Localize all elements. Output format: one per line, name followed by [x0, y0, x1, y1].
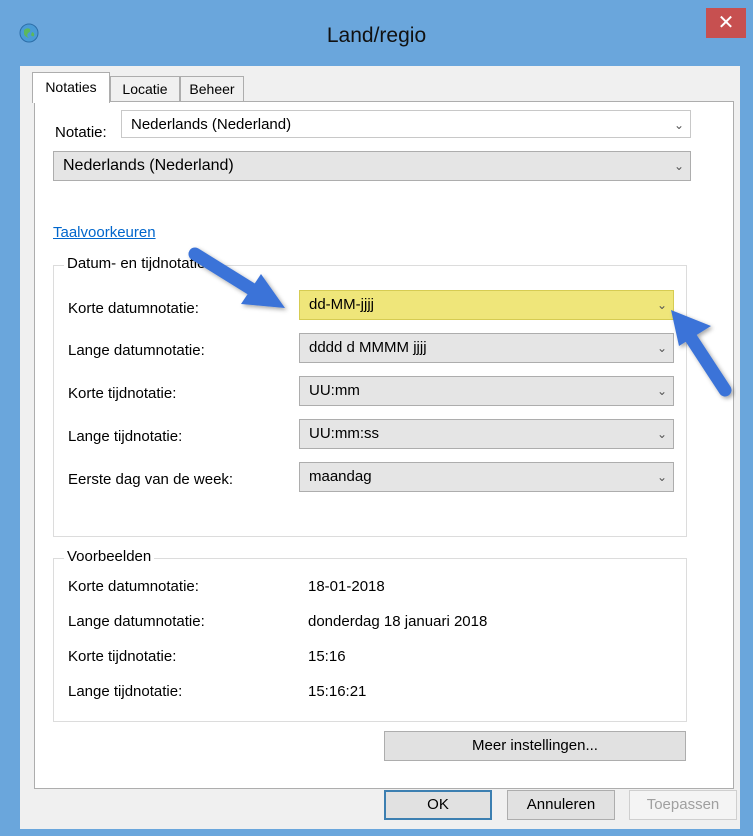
- short-date-value: dd-MM-jjjj: [309, 296, 374, 313]
- tab-page-notaties: Notatie: Nederlands (Nederland) ⌄ Nederl…: [34, 101, 734, 789]
- example-long-date-value: donderdag 18 januari 2018: [308, 613, 488, 630]
- chevron-down-icon: ⌄: [656, 470, 667, 484]
- short-date-select[interactable]: dd-MM-jjjj ⌄: [299, 290, 674, 320]
- format-select[interactable]: Nederlands (Nederland) ⌄: [53, 151, 691, 181]
- group-title: Voorbeelden: [64, 548, 155, 565]
- annotation-arrow-icon: [671, 310, 732, 397]
- chevron-down-icon: ⌄: [656, 427, 667, 441]
- chevron-down-icon: ⌄: [673, 118, 684, 132]
- example-long-time-label: Lange tijdnotatie:: [68, 683, 183, 700]
- example-short-date-value: 18-01-2018: [308, 578, 385, 595]
- first-day-value: maandag: [309, 468, 372, 485]
- long-time-label: Lange tijdnotatie:: [68, 428, 183, 445]
- first-day-label: Eerste dag van de week:: [68, 471, 234, 488]
- datetime-formats-group: Datum- en tijdnotaties Korte datumnotati…: [53, 255, 687, 537]
- short-time-value: UU:mm: [309, 382, 360, 399]
- cancel-button[interactable]: Annuleren: [507, 790, 615, 820]
- short-time-select[interactable]: UU:mm ⌄: [299, 376, 674, 406]
- example-short-time-label: Korte tijdnotatie:: [68, 648, 177, 665]
- chevron-down-icon: ⌄: [673, 159, 684, 173]
- format-label: Notatie:: [55, 124, 107, 141]
- annotation-arrow-icon: [188, 247, 285, 308]
- format-select-value: Nederlands (Nederland): [63, 157, 234, 174]
- window-title: Land/regio: [326, 24, 427, 47]
- examples-group: Voorbeelden Korte datumnotatie: 18-01-20…: [53, 548, 687, 722]
- dialog-window: Land/regio ✕ Notaties Locatie Beheer Not…: [0, 0, 753, 836]
- example-long-date-label: Lange datumnotatie:: [68, 613, 205, 630]
- short-time-label: Korte tijdnotatie:: [68, 385, 177, 402]
- apply-button[interactable]: Toepassen: [629, 790, 737, 820]
- example-long-time-value: 15:16:21: [308, 683, 367, 700]
- close-button[interactable]: ✕: [706, 8, 746, 38]
- tab-notaties[interactable]: Notaties: [32, 72, 110, 103]
- long-date-label: Lange datumnotatie:: [68, 342, 205, 359]
- tab-beheer[interactable]: Beheer: [180, 76, 244, 101]
- close-icon: ✕: [717, 12, 735, 34]
- first-day-select[interactable]: maandag ⌄: [299, 462, 674, 492]
- tab-locatie[interactable]: Locatie: [110, 76, 180, 101]
- long-date-select[interactable]: dddd d MMMM jjjj ⌄: [299, 333, 674, 363]
- long-time-select[interactable]: UU:mm:ss ⌄: [299, 419, 674, 449]
- title-bar[interactable]: Land/regio ✕: [0, 0, 753, 66]
- example-short-time-value: 15:16: [308, 648, 346, 665]
- dialog-client: Notaties Locatie Beheer Notatie: Nederla…: [20, 66, 740, 829]
- format-select-small[interactable]: Nederlands (Nederland) ⌄: [121, 110, 691, 138]
- language-preferences-link[interactable]: Taalvoorkeuren: [53, 224, 156, 241]
- long-date-value: dddd d MMMM jjjj: [309, 339, 427, 356]
- more-settings-button[interactable]: Meer instellingen...: [384, 731, 686, 761]
- ok-button[interactable]: OK: [384, 790, 492, 820]
- long-time-value: UU:mm:ss: [309, 425, 379, 442]
- example-short-date-label: Korte datumnotatie:: [68, 578, 199, 595]
- format-select-small-value: Nederlands (Nederland): [131, 116, 292, 133]
